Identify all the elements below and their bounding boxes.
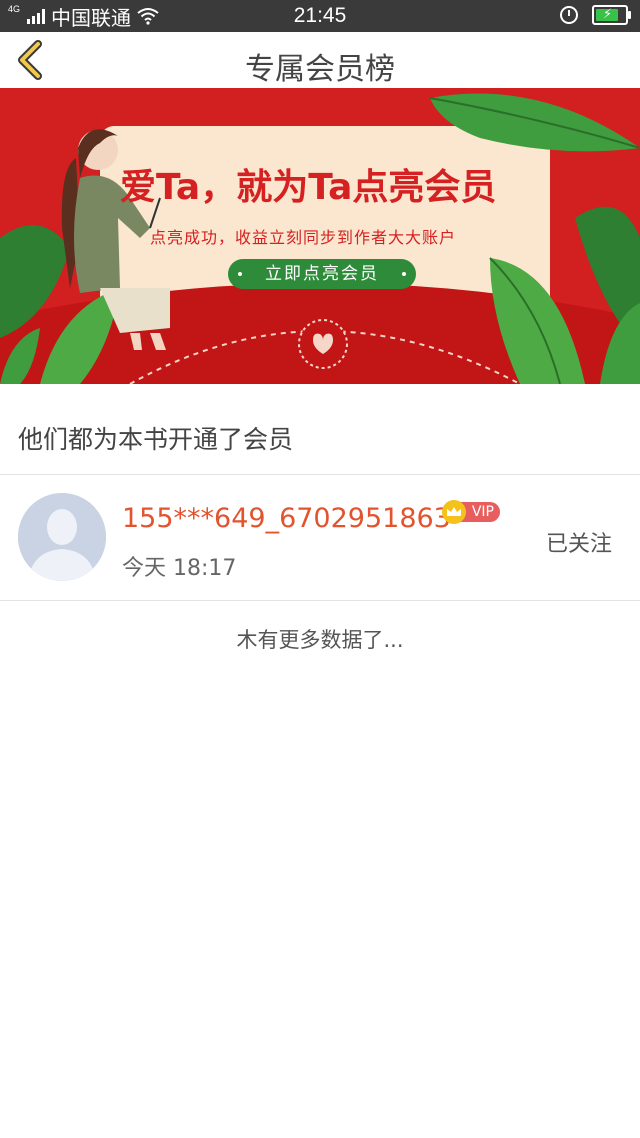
battery-icon: ⚡ [592, 5, 631, 25]
divider [0, 474, 640, 475]
banner-subtitle: 点亮成功，收益立刻同步到作者大大账户 [150, 228, 457, 247]
clock: 21:45 [293, 4, 347, 27]
member-row[interactable]: 155***649_6702951863 VIP 今天 18:17 已关注 [0, 476, 640, 600]
no-more-data-text: 木有更多数据了... [236, 628, 404, 652]
page-title: 专属会员榜 [245, 52, 395, 87]
avatar[interactable] [18, 493, 106, 581]
follow-status-button[interactable]: 已关注 [546, 526, 612, 558]
member-time: 今天 18:17 [122, 556, 237, 581]
default-avatar-icon [18, 493, 106, 581]
nav-header: 专属会员榜 [0, 32, 640, 88]
membership-banner[interactable]: 爱Ta，就为Ta点亮会员 点亮成功，收益立刻同步到作者大大账户 立即点亮会员 [0, 88, 640, 384]
banner-headline: 爱Ta，就为Ta点亮会员 [120, 167, 497, 208]
status-right: ⚡ [560, 5, 631, 25]
member-name: 155***649_6702951863 [122, 503, 451, 534]
alarm-icon [560, 6, 578, 24]
status-bar: 4G 中国联通 21:45 ⚡ [0, 0, 640, 32]
section-title: 他们都为本书开通了会员 [18, 425, 294, 454]
vip-badge: VIP [442, 500, 500, 524]
crown-icon [442, 500, 466, 524]
light-up-membership-button[interactable]: 立即点亮会员 [228, 259, 416, 289]
divider [0, 600, 640, 601]
